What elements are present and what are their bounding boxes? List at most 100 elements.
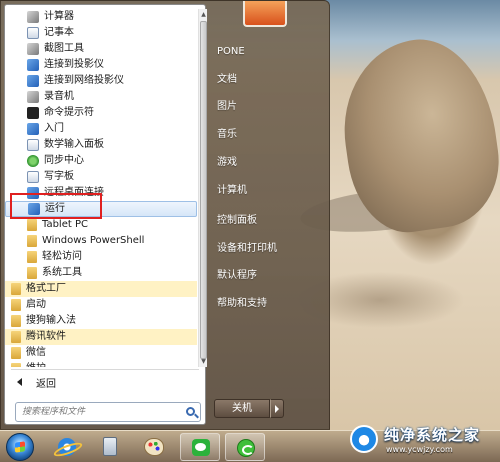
math-input-icon — [27, 139, 39, 151]
program-label: 远程桌面连接 — [44, 187, 104, 198]
shutdown-button[interactable]: 关机 — [214, 399, 270, 418]
folder-startup[interactable]: 启动 — [5, 297, 197, 313]
right-item-pictures[interactable]: 图片 — [217, 99, 237, 115]
paint-icon — [144, 438, 164, 456]
folder-format-factory[interactable]: 格式工厂 — [5, 281, 197, 297]
folder-label: 格式工厂 — [26, 283, 66, 294]
remote-desktop-icon — [27, 187, 39, 199]
calculator-icon — [103, 437, 117, 456]
watermark-title: 纯净系统之家 — [384, 426, 481, 444]
folder-icon — [11, 363, 21, 367]
watermark-url: www.ycwjzy.com — [386, 445, 453, 454]
program-sync-center[interactable]: 同步中心 — [5, 153, 197, 169]
program-calculator[interactable]: 计算器 — [5, 9, 197, 25]
program-snipping-tool[interactable]: 截图工具 — [5, 41, 197, 57]
taskbar-green-browser[interactable] — [225, 433, 265, 461]
program-label: 运行 — [45, 203, 65, 214]
back-label: 返回 — [36, 378, 56, 390]
right-item-control-panel[interactable]: 控制面板 — [217, 213, 257, 229]
program-remote-desktop[interactable]: 远程桌面连接 — [5, 185, 197, 201]
taskbar-wechat[interactable] — [180, 433, 220, 461]
sound-recorder-icon — [27, 91, 39, 103]
run-icon — [28, 203, 40, 215]
folder-icon — [27, 251, 37, 263]
sync-center-icon — [27, 155, 39, 167]
right-item-default-programs[interactable]: 默认程序 — [217, 268, 257, 284]
user-picture[interactable] — [243, 1, 287, 27]
folder-ease-of-access[interactable]: 轻松访问 — [5, 249, 197, 265]
snipping-tool-icon — [27, 43, 39, 55]
folder-tablet-pc[interactable]: Tablet PC — [5, 217, 197, 233]
folder-sogou-input[interactable]: 搜狗输入法 — [5, 313, 197, 329]
start-menu: 计算器 记事本 截图工具 连接到投影仪 连接到网络投影仪 录音机 命令提示符 入… — [0, 0, 330, 430]
projector-icon — [27, 59, 39, 71]
right-item-documents[interactable]: 文档 — [217, 72, 237, 88]
folder-icon — [11, 347, 21, 359]
program-math-input[interactable]: 数学输入面板 — [5, 137, 197, 153]
program-getting-started[interactable]: 入门 — [5, 121, 197, 137]
divider — [11, 369, 199, 370]
network-projector-icon — [27, 75, 39, 87]
program-network-projector[interactable]: 连接到网络投影仪 — [5, 73, 197, 89]
taskbar-calculator[interactable] — [90, 433, 130, 461]
right-item-help-support[interactable]: 帮助和支持 — [217, 296, 267, 312]
right-item-devices-printers[interactable]: 设备和打印机 — [217, 241, 277, 257]
start-button[interactable] — [6, 433, 34, 461]
watermark-logo-icon — [350, 425, 378, 453]
taskbar-internet-explorer[interactable] — [46, 433, 86, 461]
program-label: 记事本 — [44, 27, 74, 38]
folder-system-tools[interactable]: 系统工具 — [5, 265, 197, 281]
program-label: 截图工具 — [44, 43, 84, 54]
program-wordpad[interactable]: 写字板 — [5, 169, 197, 185]
program-run[interactable]: 运行 — [5, 201, 197, 217]
search-input[interactable]: 搜索程序和文件 — [15, 402, 201, 422]
back-button[interactable]: 返回 — [17, 375, 56, 390]
folder-icon — [11, 315, 21, 327]
folder-icon — [11, 299, 21, 311]
scroll-down-arrow-icon[interactable]: ▼ — [199, 357, 208, 366]
folder-maintenance[interactable]: 维护 — [5, 361, 197, 367]
watermark-text: 纯净系统之家 www.ycwjzy.com — [384, 424, 480, 454]
back-arrow-icon — [17, 378, 22, 386]
folder-label: 维护 — [26, 361, 46, 367]
program-label: 数学输入面板 — [44, 139, 104, 150]
wechat-icon — [192, 439, 210, 456]
program-label: 同步中心 — [44, 155, 84, 166]
taskbar-paint[interactable] — [134, 433, 174, 461]
program-sound-recorder[interactable]: 录音机 — [5, 89, 197, 105]
program-label: 命令提示符 — [44, 107, 94, 118]
search-placeholder: 搜索程序和文件 — [22, 407, 86, 417]
folder-windows-powershell[interactable]: Windows PowerShell — [5, 233, 197, 249]
folder-label: 启动 — [26, 299, 46, 310]
green-browser-icon — [237, 439, 255, 457]
program-label: 写字板 — [44, 171, 74, 182]
scroll-thumb[interactable] — [200, 21, 207, 359]
right-item-music[interactable]: 音乐 — [217, 127, 237, 143]
folder-tencent-software[interactable]: 腾讯软件 — [5, 329, 197, 345]
folder-icon — [11, 283, 21, 295]
folder-wechat[interactable]: 微信 — [5, 345, 197, 361]
folder-label: 搜狗输入法 — [26, 315, 76, 326]
folder-label: 腾讯软件 — [26, 331, 66, 342]
shutdown-options-arrow-icon[interactable] — [270, 399, 284, 418]
folder-icon — [27, 235, 37, 247]
program-command-prompt[interactable]: 命令提示符 — [5, 105, 197, 121]
program-label: 入门 — [44, 123, 64, 134]
programs-scrollbar[interactable]: ▲ ▼ — [198, 9, 207, 367]
windows-logo-icon — [15, 441, 25, 453]
site-watermark: 纯净系统之家 www.ycwjzy.com — [350, 418, 498, 460]
scroll-up-arrow-icon[interactable]: ▲ — [199, 10, 208, 19]
program-label: 连接到投影仪 — [44, 59, 104, 70]
folder-icon — [11, 331, 21, 343]
wordpad-icon — [27, 171, 39, 183]
right-item-computer[interactable]: 计算机 — [217, 183, 247, 199]
right-item-games[interactable]: 游戏 — [217, 155, 237, 171]
program-label: 录音机 — [44, 91, 74, 102]
calculator-icon — [27, 11, 39, 23]
program-label: 计算器 — [44, 11, 74, 22]
program-notepad[interactable]: 记事本 — [5, 25, 197, 41]
program-connect-projector[interactable]: 连接到投影仪 — [5, 57, 197, 73]
search-icon[interactable] — [186, 407, 195, 416]
folder-label: Tablet PC — [42, 219, 88, 230]
right-item-user[interactable]: PONE — [217, 44, 245, 60]
